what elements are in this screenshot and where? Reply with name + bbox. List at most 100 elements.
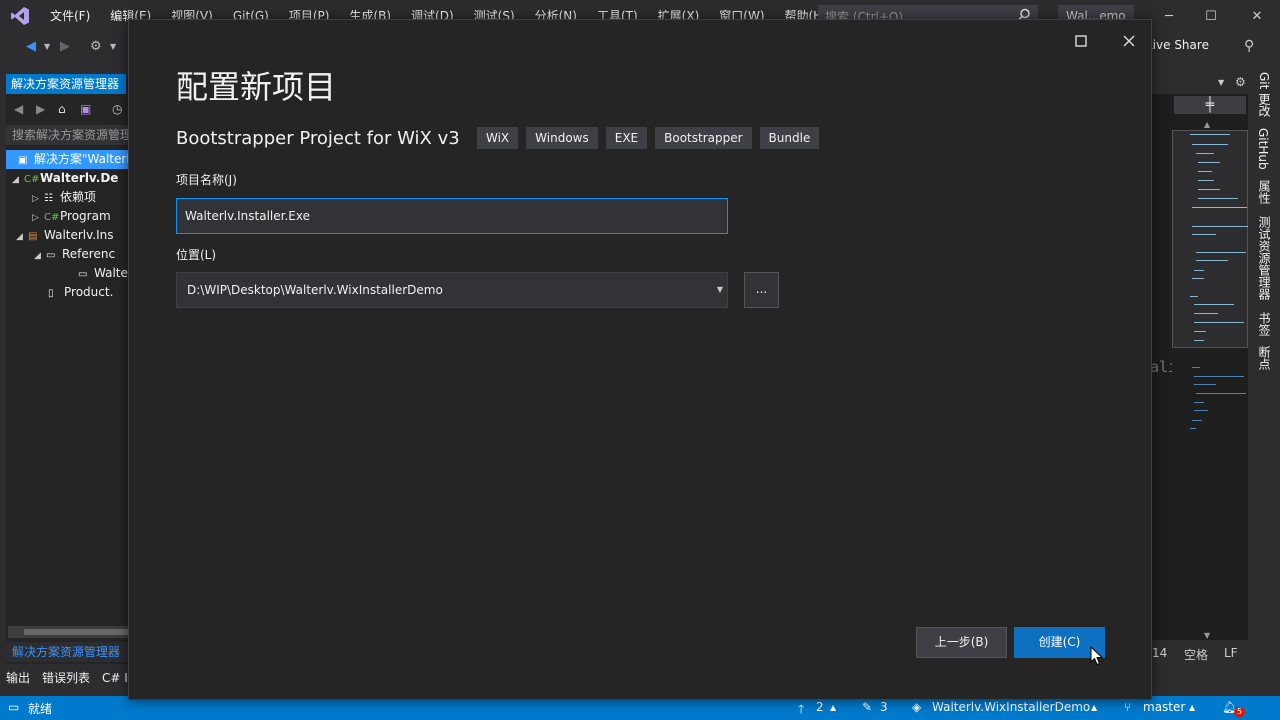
minimap-line bbox=[1194, 270, 1204, 271]
back-button[interactable]: 上一步(B) bbox=[916, 627, 1007, 658]
expand-arrow-icon[interactable]: ◢ bbox=[34, 247, 46, 264]
minimap-line bbox=[1192, 420, 1202, 421]
minimap-line bbox=[1196, 260, 1228, 261]
tree-item-project-demo[interactable]: ◢ C#Walterlv.De bbox=[6, 169, 128, 188]
chevron-down-icon[interactable]: ▼ bbox=[1218, 78, 1224, 87]
pencil-icon[interactable]: ✎ bbox=[862, 700, 872, 714]
solution-explorer-toolbar: ◀ ▶ ⌂ ▣ ◷ bbox=[6, 98, 128, 122]
chevron-down-icon[interactable]: ▼ bbox=[44, 42, 50, 51]
collapsed-arrow-icon[interactable]: ▷ bbox=[32, 209, 44, 226]
minimap-line bbox=[1196, 252, 1246, 253]
vtab-git-changes[interactable]: Git 更改 bbox=[1256, 72, 1273, 117]
minimap-line bbox=[1190, 296, 1198, 297]
line-ending[interactable]: LF bbox=[1224, 646, 1238, 660]
tree-item-label: Program bbox=[60, 209, 111, 223]
switch-views-icon[interactable]: ▣ bbox=[80, 102, 91, 116]
forward-arrow-icon[interactable]: ▶ bbox=[60, 39, 70, 54]
spacing-mode[interactable]: 空格 bbox=[1184, 646, 1208, 663]
tree-item-references[interactable]: ◢ ▭ Referenc bbox=[6, 245, 128, 264]
tab-output[interactable]: 输出 bbox=[0, 668, 36, 688]
minimap-line bbox=[1192, 234, 1216, 235]
scrollbar-thumb[interactable] bbox=[24, 629, 128, 635]
minimap-line bbox=[1194, 384, 1216, 385]
history-icon[interactable]: ◷ bbox=[112, 102, 122, 116]
solution-explorer-tab[interactable]: 解决方案资源管理器 bbox=[6, 74, 126, 94]
tree-item-label: Product. bbox=[64, 285, 114, 299]
tag-wix: WiX bbox=[477, 127, 519, 149]
vtab-properties[interactable]: 属性 bbox=[1256, 180, 1273, 204]
caret-up-icon[interactable]: ▲ bbox=[1091, 703, 1097, 712]
tree-item-solution[interactable]: ▣ 解决方案"Walterlv bbox=[6, 150, 128, 169]
scroll-down-icon[interactable]: ▼ bbox=[1204, 631, 1210, 640]
minimap-line bbox=[1194, 376, 1244, 377]
location-combobox[interactable]: D:\WIP\Desktop\Walterlv.WixInstallerDemo… bbox=[176, 272, 728, 308]
editor-status: 14 空格 LF bbox=[1150, 644, 1252, 662]
tag-exe: EXE bbox=[605, 127, 648, 149]
repository-name[interactable]: Walterlv.WixInstallerDemo bbox=[932, 700, 1090, 714]
gear-icon[interactable]: ⚙ bbox=[1235, 75, 1246, 89]
wxs-file-icon: ▯ bbox=[48, 288, 54, 299]
branch-icon[interactable]: ⑂ bbox=[1124, 700, 1131, 714]
repository-icon[interactable]: ◈ bbox=[912, 700, 921, 714]
location-value: D:\WIP\Desktop\Walterlv.WixInstallerDemo bbox=[187, 283, 443, 297]
new-item-icon[interactable]: ⚙ bbox=[90, 39, 102, 54]
minimap-line bbox=[1192, 367, 1200, 368]
vtab-github[interactable]: GitHub bbox=[1256, 128, 1270, 170]
changes-count[interactable]: 3 bbox=[880, 700, 888, 714]
browse-button[interactable]: ... bbox=[744, 272, 779, 308]
tree-item-label: 解决方案"Walterlv bbox=[34, 152, 128, 166]
template-tags: WiX Windows EXE Bootstrapper Bundle bbox=[477, 127, 820, 149]
tree-item-label: Referenc bbox=[62, 247, 116, 261]
tab-error-list[interactable]: 错误列表 bbox=[36, 668, 96, 688]
minimap-line bbox=[1194, 331, 1206, 332]
up-arrow-icon[interactable]: 🡑 bbox=[798, 700, 804, 720]
vtab-test-explorer[interactable]: 测试资源管理器 bbox=[1256, 216, 1273, 300]
vtab-breakpoints[interactable]: 断点 bbox=[1256, 346, 1273, 370]
scroll-up-icon[interactable]: ▲ bbox=[1204, 120, 1210, 129]
branch-name[interactable]: master bbox=[1143, 700, 1185, 714]
chevron-down-icon[interactable]: ▼ bbox=[717, 273, 723, 307]
close-dialog-icon[interactable] bbox=[1114, 26, 1144, 56]
solution-explorer-scrollbar[interactable] bbox=[8, 626, 128, 638]
maximize-icon[interactable]: ☐ bbox=[1188, 0, 1234, 32]
tree-item-product[interactable]: ▯ Product. bbox=[6, 283, 128, 302]
expand-arrow-icon[interactable]: ◢ bbox=[16, 228, 28, 245]
tree-item-installer-project[interactable]: ◢ ▤ Walterlv.Ins bbox=[6, 226, 128, 245]
tree-item-reference-walterlv[interactable]: ▭ Walte bbox=[6, 264, 128, 283]
split-editor-icon[interactable]: ╪ bbox=[1174, 96, 1246, 114]
home-icon[interactable]: ⌂ bbox=[58, 102, 66, 116]
status-icon: ▭ bbox=[8, 700, 20, 714]
back-arrow-icon[interactable]: ◀ bbox=[26, 39, 36, 54]
expand-arrow-icon[interactable]: ◢ bbox=[12, 171, 24, 188]
project-name-label: 项目名称(J) bbox=[176, 173, 237, 187]
tree-item-dependencies[interactable]: ▷ ☷ 依赖项 bbox=[6, 188, 128, 207]
vtab-bookmarks[interactable]: 书签 bbox=[1256, 312, 1273, 336]
maximize-dialog-icon[interactable] bbox=[1066, 26, 1096, 56]
wix-project-icon: ▤ bbox=[28, 231, 38, 242]
output-tabs: 输出 错误列表 C# I bbox=[0, 668, 128, 688]
minimap-line bbox=[1190, 428, 1196, 429]
forward-icon[interactable]: ▶ bbox=[36, 102, 45, 116]
close-window-icon[interactable]: ✕ bbox=[1234, 0, 1280, 32]
live-share-button[interactable]: Live Share bbox=[1146, 38, 1209, 52]
caret-up-icon[interactable]: ▲ bbox=[830, 703, 836, 712]
line-number[interactable]: 14 bbox=[1152, 646, 1167, 660]
mouse-pointer-icon bbox=[1090, 645, 1104, 666]
minimap-line bbox=[1198, 198, 1238, 199]
unpushed-count[interactable]: 2 bbox=[816, 700, 824, 714]
solution-explorer-bottom-tab[interactable]: 解决方案资源管理器 bbox=[6, 642, 128, 662]
back-icon[interactable]: ◀ bbox=[14, 102, 23, 116]
minimap-line bbox=[1198, 180, 1214, 181]
solution-explorer-search[interactable]: 搜索解决方案资源管理器 bbox=[6, 125, 128, 145]
caret-up-icon[interactable]: ▲ bbox=[1189, 703, 1195, 712]
chevron-down-icon[interactable]: ▼ bbox=[110, 42, 116, 51]
menu-file[interactable]: 文件(F) bbox=[40, 0, 100, 32]
minimap-line bbox=[1194, 410, 1208, 411]
collapsed-arrow-icon[interactable]: ▷ bbox=[32, 190, 44, 207]
minimize-icon[interactable]: ─ bbox=[1146, 0, 1192, 32]
notification-badge[interactable]: 5 bbox=[1234, 707, 1246, 717]
tree-item-program[interactable]: ▷ C#Program bbox=[6, 207, 128, 226]
project-name-input[interactable] bbox=[176, 198, 728, 234]
feedback-icon[interactable]: ⚲ bbox=[1244, 38, 1254, 54]
live-share-label: Live Share bbox=[1146, 38, 1209, 52]
